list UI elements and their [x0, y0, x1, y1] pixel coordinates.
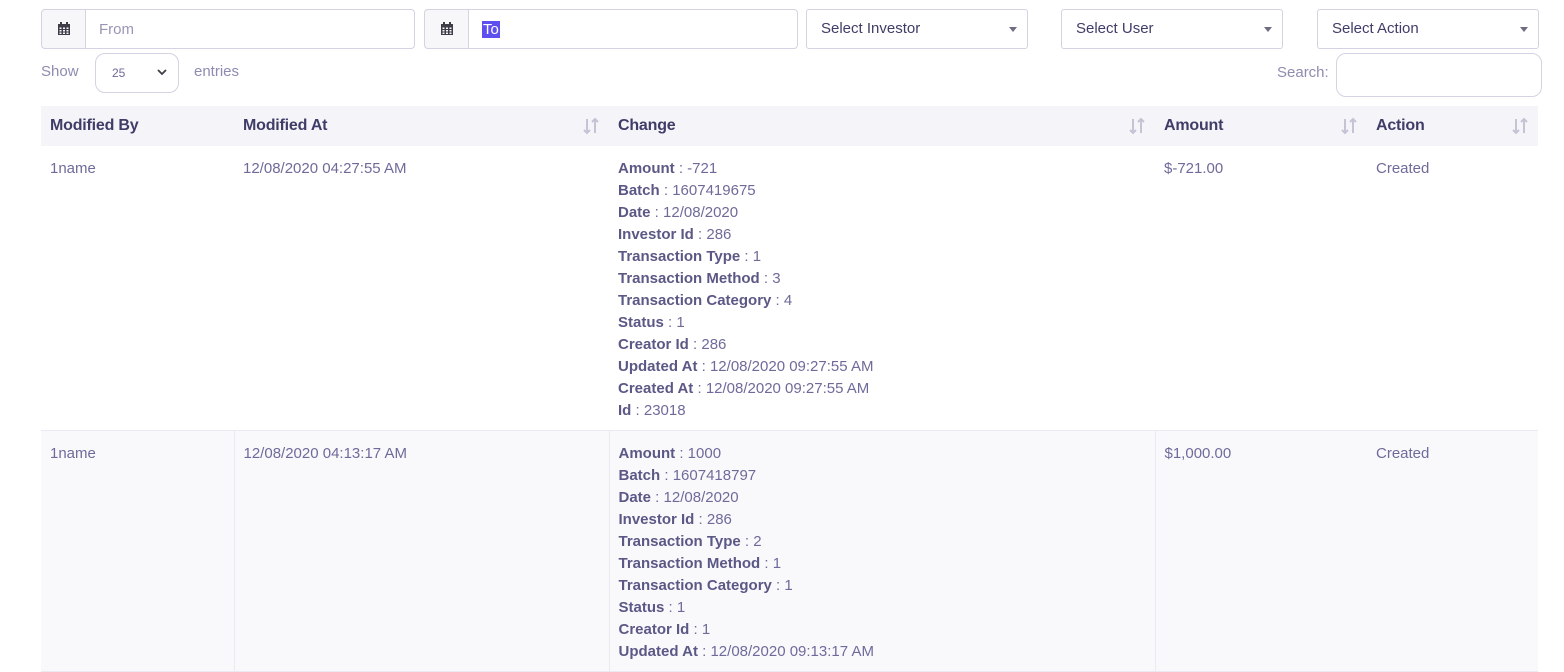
caret-down-icon [1264, 27, 1272, 32]
table-header-row: Modified By Modified At Change Amount Ac… [41, 106, 1538, 146]
from-date-input[interactable] [85, 9, 415, 49]
change-line: Status : 1 [618, 314, 685, 331]
cell-modified-by: 1name [41, 430, 234, 672]
change-line: Date : 12/08/2020 [618, 204, 739, 221]
show-label: Show [41, 63, 79, 80]
sort-icon [1512, 117, 1528, 135]
change-line: Batch : 1607418797 [618, 467, 757, 484]
to-date-selected-text: To [482, 20, 500, 38]
change-line: Investor Id : 286 [618, 226, 732, 243]
entries-length-select[interactable]: 25 [95, 53, 179, 93]
to-calendar-button[interactable] [424, 9, 468, 49]
sort-icon [583, 117, 599, 135]
header-label: Action [1376, 117, 1425, 134]
sort-icon [1129, 117, 1145, 135]
column-header-modified-by[interactable]: Modified By [41, 106, 234, 146]
calendar-icon [440, 22, 453, 35]
to-date-input[interactable]: To [468, 9, 798, 49]
change-line: Transaction Type : 1 [618, 248, 762, 265]
cell-action: Created [1367, 430, 1538, 672]
cell-amount: $1,000.00 [1154, 430, 1367, 672]
cell-modified-at: 12/08/2020 04:27:55 AM [234, 146, 609, 431]
change-line: Updated At : 12/08/2020 09:13:17 AM [618, 643, 874, 660]
change-line: Amount : 1000 [618, 445, 722, 462]
header-label: Modified By [50, 117, 139, 134]
cell-amount: $-721.00 [1155, 146, 1367, 431]
column-header-action[interactable]: Action [1367, 106, 1538, 146]
investor-select-label: Select Investor [821, 20, 921, 37]
cell-modified-by: 1name [41, 146, 234, 431]
column-header-amount[interactable]: Amount [1155, 106, 1367, 146]
change-line: Investor Id : 286 [618, 511, 732, 528]
header-label: Modified At [243, 117, 328, 134]
change-line: Creator Id : 286 [618, 336, 727, 353]
search-label: Search: [1277, 64, 1329, 81]
calendar-icon [57, 22, 70, 35]
from-calendar-button[interactable] [41, 9, 85, 49]
search-input[interactable] [1336, 53, 1542, 97]
cell-modified-at: 12/08/2020 04:13:17 AM [233, 430, 609, 672]
entries-length-value: 25 [112, 66, 126, 80]
change-line: Transaction Type : 2 [618, 533, 762, 550]
change-line: Transaction Method : 3 [618, 270, 781, 287]
caret-down-icon [1009, 27, 1017, 32]
column-header-modified-at[interactable]: Modified At [234, 106, 609, 146]
action-select-label: Select Action [1332, 20, 1419, 37]
change-line: Updated At : 12/08/2020 09:27:55 AM [618, 358, 874, 375]
chevron-down-icon [157, 69, 167, 76]
entries-label: entries [194, 63, 240, 80]
cell-action: Created [1367, 146, 1538, 431]
audit-table: Modified By Modified At Change Amount Ac… [41, 106, 1538, 672]
from-date-group [41, 9, 415, 49]
action-select[interactable]: Select Action [1317, 9, 1539, 49]
change-line: Status : 1 [618, 599, 686, 616]
column-header-change[interactable]: Change [609, 106, 1155, 146]
change-line: Transaction Category : 1 [618, 577, 793, 594]
change-line: Amount : -721 [618, 160, 718, 177]
cell-change: Amount : 1000 Batch : 1607418797 Date : … [608, 430, 1155, 672]
user-select-label: Select User [1076, 20, 1154, 37]
caret-down-icon [1520, 27, 1528, 32]
to-date-group: To [424, 9, 798, 49]
change-line: Created At : 12/08/2020 09:27:55 AM [618, 380, 870, 397]
user-select[interactable]: Select User [1061, 9, 1283, 49]
sort-icon [1341, 117, 1357, 135]
change-line: Batch : 1607419675 [618, 182, 756, 199]
change-line: Id : 23018 [618, 402, 686, 419]
header-label: Amount [1164, 117, 1224, 134]
table-row: 1name 12/08/2020 04:13:17 AM Amount : 10… [41, 430, 1538, 672]
investor-select[interactable]: Select Investor [806, 9, 1028, 49]
header-label: Change [618, 117, 676, 134]
change-line: Transaction Method : 1 [618, 555, 782, 572]
change-line: Transaction Category : 4 [618, 292, 793, 309]
table-row: 1name 12/08/2020 04:27:55 AM Amount : -7… [41, 146, 1538, 431]
change-line: Creator Id : 1 [618, 621, 711, 638]
cell-change: Amount : -721 Batch : 1607419675 Date : … [609, 146, 1155, 431]
change-line: Date : 12/08/2020 [618, 489, 739, 506]
